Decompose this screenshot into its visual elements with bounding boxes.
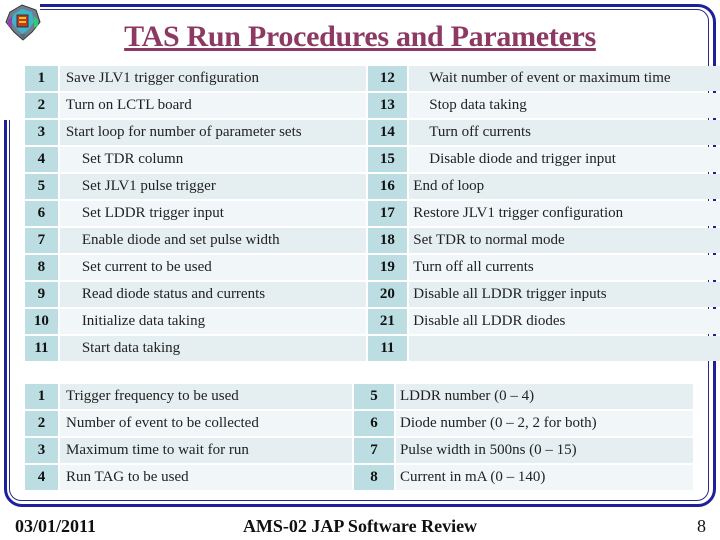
step-number: 17 [367, 201, 408, 226]
step-text: Enable diode and set pulse width [59, 228, 366, 253]
step-text: Start loop for number of parameter sets [59, 120, 366, 145]
step-text: Trigger frequency to be used [60, 384, 352, 409]
parameter-row: 4 Run TAG to be used 8 Current in mA (0 – 1… [25, 465, 693, 490]
step-number: 7 [354, 438, 394, 463]
procedure-row: 5 Set JLV1 pulse trigger 16 End of loop [25, 174, 720, 199]
step-number: 19 [367, 255, 408, 280]
step-text: Turn on LCTL board [59, 93, 366, 118]
step-number: 21 [367, 309, 408, 334]
step-number: 8 [25, 255, 58, 280]
procedure-row: 7 Enable diode and set pulse width 18 Set T… [25, 228, 720, 253]
step-text: Set TDR to normal mode [409, 228, 720, 253]
step-text: End of loop [409, 174, 720, 199]
step-number: 5 [25, 174, 58, 199]
step-number: 4 [25, 147, 58, 172]
procedure-row: 9 Read diode status and currents 20 Disable… [25, 282, 720, 307]
step-text: Set TDR column [59, 147, 366, 172]
procedure-row: 10 Initialize data taking 21 Disable all LD… [25, 309, 720, 334]
step-text: Disable all LDDR trigger inputs [409, 282, 720, 307]
step-text: Disable all LDDR diodes [409, 309, 720, 334]
step-number: 1 [25, 66, 58, 91]
step-number: 6 [25, 201, 58, 226]
step-number: 18 [367, 228, 408, 253]
page-number: 8 [697, 516, 706, 536]
procedure-row: 1 Save JLV1 trigger configuration 12 Wait n… [25, 66, 720, 91]
step-text: Turn off all currents [409, 255, 720, 280]
parameter-table: 1 Trigger frequency to be used 5 LDDR numbe… [23, 382, 695, 492]
step-number: 4 [25, 465, 58, 490]
step-text: Disable diode and trigger input [409, 147, 720, 172]
step-text: Current in mA (0 – 140) [396, 465, 693, 490]
step-number: 14 [367, 120, 408, 145]
step-number: 11 [25, 336, 58, 361]
step-text: LDDR number (0 – 4) [396, 384, 693, 409]
step-text: Maximum time to wait for run [60, 438, 352, 463]
step-text: Set LDDR trigger input [59, 201, 366, 226]
step-number: 1 [25, 384, 58, 409]
step-number: 9 [25, 282, 58, 307]
procedure-row: 6 Set LDDR trigger input 17 Restore JLV1 tr… [25, 201, 720, 226]
parameter-row: 1 Trigger frequency to be used 5 LDDR numbe… [25, 384, 693, 409]
step-number: 13 [367, 93, 408, 118]
step-text [409, 336, 720, 361]
step-text: Pulse width in 500ns (0 – 15) [396, 438, 693, 463]
step-text: Number of event to be collected [60, 411, 352, 436]
parameter-row: 2 Number of event to be collected 6 Diode n… [25, 411, 693, 436]
step-text: Wait number of event or maximum time [409, 66, 720, 91]
step-number: 5 [354, 384, 394, 409]
step-text: Stop data taking [409, 93, 720, 118]
step-text: Run TAG to be used [60, 465, 352, 490]
slide-title: TAS Run Procedures and Parameters [124, 20, 596, 53]
step-number: 15 [367, 147, 408, 172]
step-text: Save JLV1 trigger configuration [59, 66, 366, 91]
step-number: 8 [354, 465, 394, 490]
step-number: 12 [367, 66, 408, 91]
step-text: Initialize data taking [59, 309, 366, 334]
step-number: 16 [367, 174, 408, 199]
step-number: 7 [25, 228, 58, 253]
footer-title: AMS-02 JAP Software Review [242, 516, 478, 536]
step-text: Turn off currents [409, 120, 720, 145]
step-number: 10 [25, 309, 58, 334]
procedure-row: 8 Set current to be used 19 Turn off all cu… [25, 255, 720, 280]
step-number: 20 [367, 282, 408, 307]
step-text: Read diode status and currents [59, 282, 366, 307]
step-text: Set current to be used [59, 255, 366, 280]
step-number: 3 [25, 120, 58, 145]
step-text: Diode number (0 – 2, 2 for both) [396, 411, 693, 436]
step-text: Set JLV1 pulse trigger [59, 174, 366, 199]
procedure-row: 11 Start data taking 11 [25, 336, 720, 361]
procedure-row: 4 Set TDR column 15 Disable diode and trigg… [25, 147, 720, 172]
step-number: 2 [25, 411, 58, 436]
procedure-table: 1 Save JLV1 trigger configuration 12 Wait n… [23, 64, 720, 363]
step-number: 2 [25, 93, 58, 118]
parameter-row: 3 Maximum time to wait for run 7 Pulse widt… [25, 438, 693, 463]
step-text: Start data taking [59, 336, 366, 361]
step-number: 11 [367, 336, 408, 361]
step-number: 3 [25, 438, 58, 463]
step-text: Restore JLV1 trigger configuration [409, 201, 720, 226]
procedure-row: 3 Start loop for number of parameter sets… [25, 120, 720, 145]
procedure-row: 2 Turn on LCTL board 13 Stop data taking [25, 93, 720, 118]
step-number: 6 [354, 411, 394, 436]
